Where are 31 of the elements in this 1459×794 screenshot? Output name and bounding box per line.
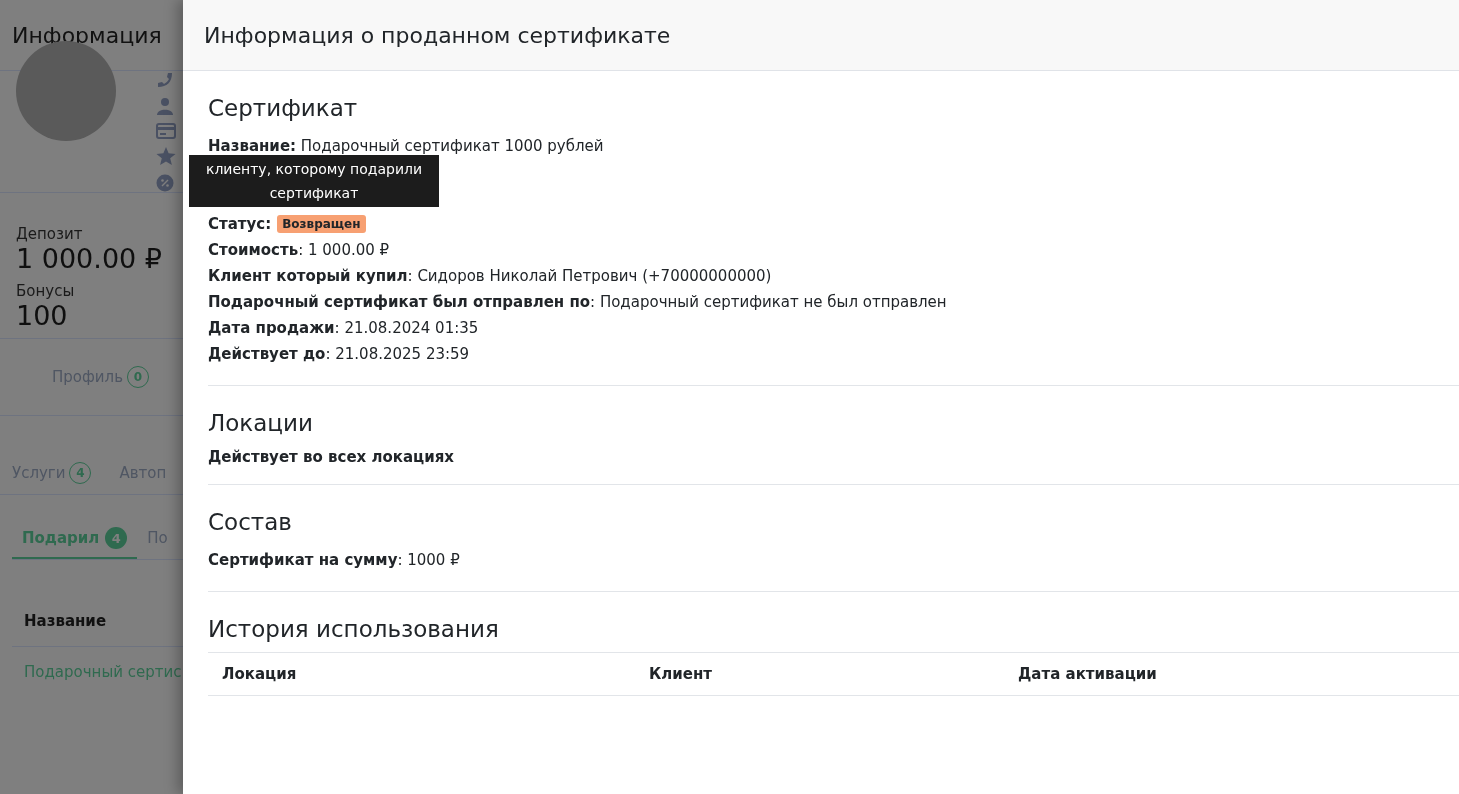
section-heading: История использования <box>208 616 500 642</box>
field-text: Клиент который купил: Сидоров Николай Петрович (+70000000000) <box>208 266 772 287</box>
field-text: Подарочный сертификат был отправлен по: Подарочный сертификат не был отправлен <box>208 292 947 313</box>
subtab[interactable]: Подарил 4 <box>12 519 138 559</box>
star-icon <box>156 147 176 166</box>
page-title: Информация <box>12 22 162 48</box>
table-header-cell-text: Клиент <box>648 664 713 685</box>
field-text: Стоимость: 1 000.00 ₽ <box>208 240 390 261</box>
section-heading: Локации <box>208 410 314 436</box>
section-heading: Сертификат <box>208 95 359 121</box>
field-text: Сертификат на сумму: 1000 ₽ <box>208 550 460 571</box>
drawer-title: Информация о проданном сертификате <box>204 22 671 48</box>
user-icon <box>156 97 174 115</box>
table-link[interactable]: Подарочный сертис <box>12 647 183 697</box>
status-badge: Возвращен <box>277 215 366 233</box>
field-text: Название: Подарочный сертификат 1000 рублей <box>208 136 604 157</box>
section-heading: Состав <box>208 509 293 535</box>
deposit-value: 1 000.00 ₽ <box>16 243 163 274</box>
card-icon <box>156 123 176 139</box>
field-text: Действует до: 21.08.2025 23:59 <box>208 344 470 365</box>
discount-icon <box>156 174 174 192</box>
deposit-label: Депозит <box>16 225 84 243</box>
phone-icon <box>156 71 174 89</box>
bonuses-value: 100 <box>16 300 69 331</box>
table-header-cell-text: Дата активации <box>1017 664 1158 685</box>
table-header-cell-text: Локация <box>221 664 298 685</box>
bonuses-label: Бонусы <box>16 282 76 300</box>
field-label: Статус: <box>208 214 272 235</box>
tooltip: клиенту, которому подарили сертификат <box>189 155 439 207</box>
field-text: Дата продажи: 21.08.2024 01:35 <box>208 318 479 339</box>
locations-text: Действует во всех локациях <box>208 448 455 466</box>
